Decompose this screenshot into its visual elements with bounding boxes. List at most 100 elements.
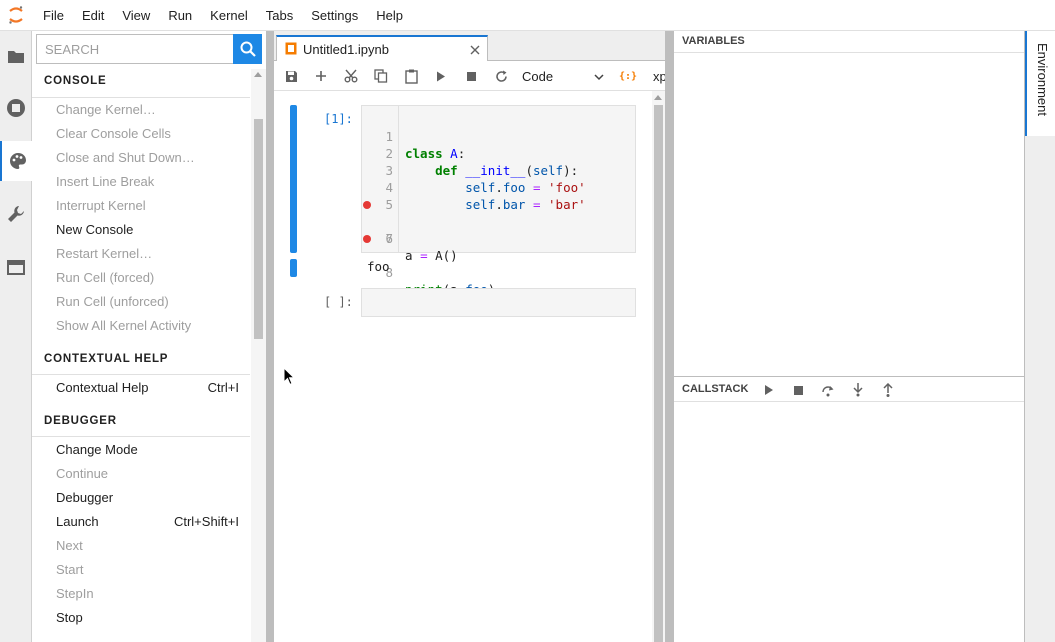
cmd-label: New Console (56, 222, 134, 237)
document-tab-bar: Untitled1.ipynb (274, 31, 665, 62)
right-sidebar-rail: Environment (1024, 31, 1055, 642)
code-line: 7 (362, 213, 632, 246)
command-palette: CONSOLE Change Kernel… Clear Console Cel… (32, 31, 266, 642)
cmd-close-and-shut-down[interactable]: Close and Shut Down… (56, 150, 239, 165)
cmd-stop[interactable]: Stop (56, 610, 239, 625)
cell-collapser[interactable] (290, 105, 297, 253)
palette-scrollbar[interactable] (251, 69, 266, 642)
menu-edit[interactable]: Edit (73, 0, 113, 31)
tabs-icon[interactable] (0, 247, 32, 287)
cmd-change-mode[interactable]: Change Mode (56, 442, 239, 457)
breakpoint-icon[interactable] (363, 201, 371, 209)
palette-search (36, 34, 262, 64)
cmd-label: Show All Kernel Activity (56, 318, 192, 333)
step-out-icon[interactable] (873, 378, 903, 402)
section-divider (32, 374, 250, 375)
section-divider (32, 436, 250, 437)
scroll-up-arrow-icon[interactable] (254, 72, 262, 77)
tab-untitled1[interactable]: Untitled1.ipynb (276, 35, 488, 62)
continue-icon[interactable] (754, 378, 784, 402)
scrollbar-thumb[interactable] (654, 105, 663, 642)
cmd-stepin[interactable]: StepIn (56, 586, 239, 601)
running-icon[interactable] (0, 88, 32, 128)
close-icon[interactable] (463, 45, 487, 55)
right-panel-splitter[interactable] (665, 31, 674, 642)
code-line: 1 class A: (362, 111, 632, 161)
scrollbar-thumb[interactable] (254, 119, 263, 339)
cell-output: foo (367, 259, 390, 274)
copy-icon[interactable] (366, 61, 396, 91)
folder-icon[interactable] (0, 36, 32, 76)
scroll-up-arrow-icon[interactable] (654, 95, 662, 100)
menu-run[interactable]: Run (159, 0, 201, 31)
code-editor[interactable]: 1 class A: 2 def __init__(self): 3 self.… (361, 105, 636, 297)
tab-environment[interactable]: Environment (1025, 31, 1055, 136)
environment-tab-label: Environment (1035, 43, 1050, 116)
cmd-debugger[interactable]: Debugger (56, 490, 239, 505)
cmd-label: Continue (56, 466, 109, 481)
left-sidebar-rail (0, 31, 33, 642)
menu-bar: File Edit View Run Kernel Tabs Settings … (0, 0, 1055, 31)
cmd-run-cell-forced[interactable]: Run Cell (forced) (56, 270, 239, 285)
cmd-run-cell-unforced[interactable]: Run Cell (unforced) (56, 294, 239, 309)
cmd-insert-line-break[interactable]: Insert Line Break (56, 174, 239, 189)
cmd-label: Clear Console Cells (56, 126, 171, 141)
search-icon[interactable] (233, 34, 262, 64)
tab-label: Untitled1.ipynb (303, 42, 389, 57)
chevron-down-icon (594, 69, 604, 84)
menu-kernel[interactable]: Kernel (201, 0, 257, 31)
search-input[interactable] (36, 34, 233, 64)
left-panel-splitter[interactable] (266, 31, 274, 642)
cmd-restart-kernel[interactable]: Restart Kernel… (56, 246, 239, 261)
menu-settings[interactable]: Settings (302, 0, 367, 31)
cmd-launch[interactable]: Launch Ctrl+Shift+I (56, 514, 239, 529)
cmd-label: Run Cell (forced) (56, 270, 155, 285)
cmd-contextual-help[interactable]: Contextual Help Ctrl+I (56, 380, 239, 395)
cmd-new-console[interactable]: New Console (56, 222, 239, 237)
cmd-change-kernel[interactable]: Change Kernel… (56, 102, 239, 117)
breakpoint-icon[interactable] (363, 235, 371, 243)
menu-view[interactable]: View (113, 0, 159, 31)
cmd-label: Close and Shut Down… (56, 150, 195, 165)
wrench-icon[interactable] (0, 194, 32, 234)
cmd-next[interactable]: Next (56, 538, 239, 553)
cmd-label: Contextual Help (56, 380, 149, 395)
callstack-title: CALLSTACK (682, 383, 749, 395)
run-icon[interactable] (426, 61, 456, 91)
output-collapser[interactable] (290, 259, 297, 277)
cmd-shortcut: Ctrl+I (207, 380, 239, 395)
cut-icon[interactable] (336, 61, 366, 91)
cell-type-value: Code (522, 68, 554, 84)
paste-icon[interactable] (396, 61, 426, 91)
section-header-contextual-help: CONTEXTUAL HELP (44, 353, 169, 365)
cmd-clear-console-cells[interactable]: Clear Console Cells (56, 126, 239, 141)
step-over-icon[interactable] (813, 378, 843, 402)
debugger-panel: VARIABLES CALLSTACK (674, 31, 1024, 642)
step-in-icon[interactable] (843, 378, 873, 402)
restart-icon[interactable] (486, 61, 516, 91)
menu-help[interactable]: Help (367, 0, 412, 31)
debugger-toggle-icon[interactable]: {:} (613, 61, 643, 91)
notebook-scrollbar[interactable] (652, 91, 665, 642)
cmd-start[interactable]: Start (56, 562, 239, 577)
cmd-interrupt-kernel[interactable]: Interrupt Kernel (56, 198, 239, 213)
code-editor-empty[interactable] (361, 288, 636, 317)
code-line: 3 self.foo = 'foo' (362, 145, 632, 195)
stop-icon[interactable] (456, 61, 486, 91)
cmd-show-all-kernel-activity[interactable]: Show All Kernel Activity (56, 318, 239, 333)
menu-tabs[interactable]: Tabs (257, 0, 302, 31)
cmd-label: Launch (56, 514, 99, 529)
cmd-label: StepIn (56, 586, 94, 601)
add-cell-icon[interactable] (306, 61, 336, 91)
notebook-file-icon (285, 42, 297, 58)
variables-title: VARIABLES (682, 35, 745, 47)
menu-file[interactable]: File (34, 0, 73, 31)
code-line: 8 print(a.foo) (362, 230, 632, 297)
save-icon[interactable] (276, 61, 306, 91)
terminate-icon[interactable] (783, 378, 813, 402)
cmd-label: Stop (56, 610, 83, 625)
cell-type-select[interactable]: Code (522, 67, 604, 85)
code-line: 6 a = A() (362, 196, 632, 263)
palette-icon[interactable] (0, 141, 33, 181)
cmd-continue[interactable]: Continue (56, 466, 239, 481)
